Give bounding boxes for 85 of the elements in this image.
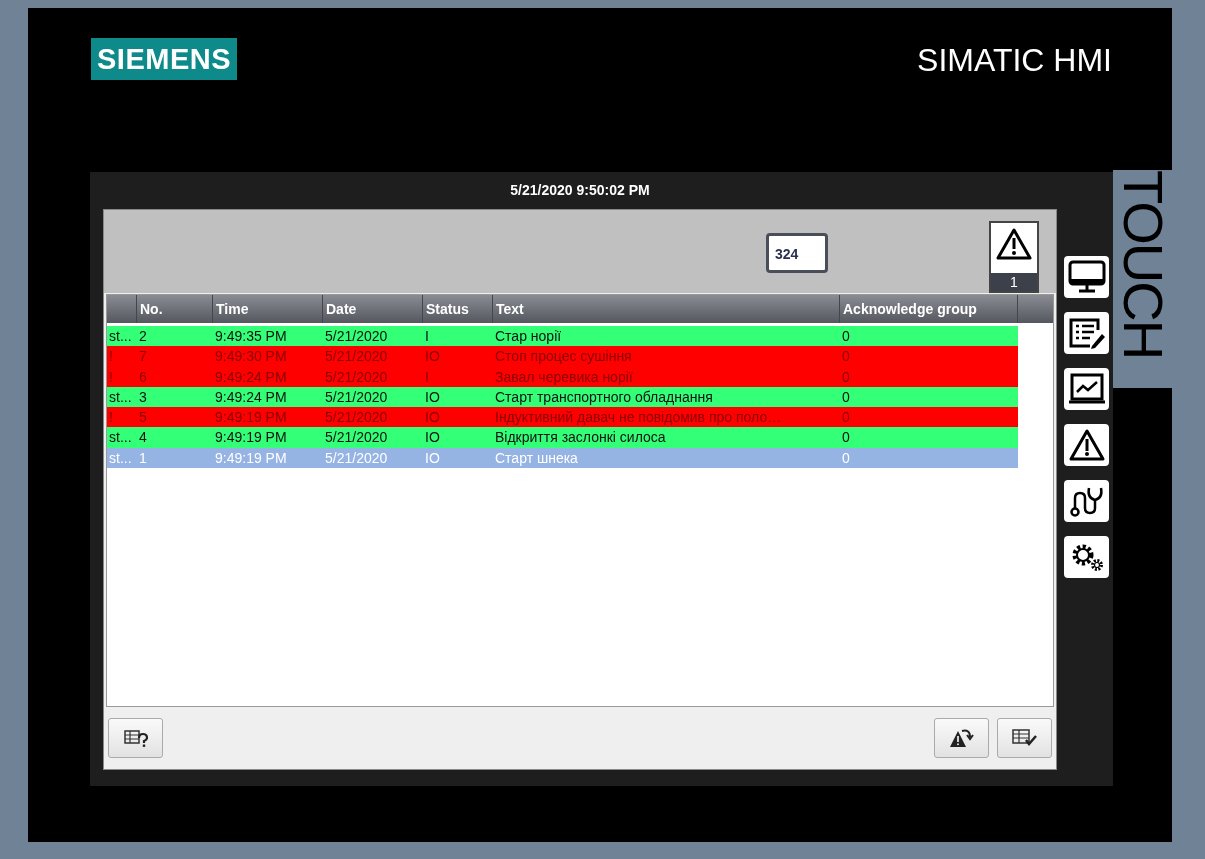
monitor-icon xyxy=(1067,260,1106,294)
table-cell-text: st... xyxy=(108,387,133,407)
table-cell-text: 0 xyxy=(841,448,851,468)
table-cell-text: Стоп процес сушіння xyxy=(494,347,633,367)
table-cell-text: I xyxy=(424,367,430,387)
column-header[interactable]: No. xyxy=(137,295,213,323)
table-cell-text: 5/21/2020 xyxy=(324,408,389,428)
table-cell-text: 0 xyxy=(841,428,851,448)
alarm-indicator[interactable]: 1 xyxy=(989,221,1039,293)
table-check-icon xyxy=(1011,728,1038,748)
column-header[interactable]: Date xyxy=(323,295,423,323)
table-cell-text: 3 xyxy=(138,387,148,407)
table-cell-text: Стар норії xyxy=(494,327,563,346)
table-cell-text: Старт транспортного обладнання xyxy=(494,387,714,407)
table-cell-text: IO xyxy=(424,448,441,468)
acknowledge-button[interactable] xyxy=(934,718,989,758)
table-cell-text: 9:49:19 PM xyxy=(214,448,288,468)
table-cell-text: IO xyxy=(424,408,441,428)
brand-logo: SIEMENS xyxy=(91,38,238,80)
table-cell-text: Відкриття заслонкі силоса xyxy=(494,428,667,448)
table-cell-text: 5/21/2020 xyxy=(324,327,389,346)
table-cell-text: 2 xyxy=(138,327,148,346)
table-cell-text: 0 xyxy=(841,347,851,367)
table-cell-text: ! xyxy=(108,408,114,428)
table-cell-text: 9:49:24 PM xyxy=(214,387,288,407)
list-pencil-icon xyxy=(1067,316,1106,350)
warning-icon xyxy=(995,227,1033,261)
table-cell-text: Старт шнека xyxy=(494,448,579,468)
table-cell-text: 0 xyxy=(841,327,851,346)
table-cell-text: ! xyxy=(108,347,114,367)
diagnostics-button[interactable] xyxy=(1064,480,1109,522)
table-cell-text: st... xyxy=(108,327,133,346)
alarm-row[interactable]: ! 7 9:49:30 PM 5/21/2020 IO Стоп процес сушіння 0 xyxy=(107,346,1018,367)
edition-label: TOUCH xyxy=(1114,170,1171,361)
column-header[interactable]: Text xyxy=(493,295,840,323)
table-cell-text: 5/21/2020 xyxy=(324,367,389,387)
table-cell-text: 9:49:24 PM xyxy=(214,367,288,387)
table-cell-text: 5/21/2020 xyxy=(324,347,389,367)
table-cell-text: 0 xyxy=(841,387,851,407)
table-cell-text: 0 xyxy=(841,367,851,387)
chart-icon xyxy=(1067,372,1106,406)
alarm-row[interactable]: ! 6 9:49:24 PM 5/21/2020 I Завал черевика норії 0 xyxy=(107,366,1018,387)
table-cell-text: IO xyxy=(424,428,441,448)
table-cell-text: ! xyxy=(108,367,114,387)
table-cell-text: 5/21/2020 xyxy=(324,387,389,407)
screen-button[interactable] xyxy=(1064,256,1109,298)
settings-button[interactable] xyxy=(1064,536,1109,578)
recipe-button[interactable] xyxy=(1064,312,1109,354)
table-cell-text: IO xyxy=(424,347,441,367)
table-cell-text: Завал черевика норії xyxy=(494,367,634,387)
column-header[interactable]: Time xyxy=(213,295,323,323)
table-cell-text: st... xyxy=(108,448,133,468)
table-cell-text: 7 xyxy=(138,347,148,367)
table-cell-text: 6 xyxy=(138,367,148,387)
table-cell-text: 9:49:35 PM xyxy=(214,327,288,346)
alarm-row[interactable]: st... 2 9:49:35 PM 5/21/2020 I Стар норії 0 xyxy=(107,326,1018,347)
table-cell-text: 9:49:30 PM xyxy=(214,347,288,367)
table-cell-text: IO xyxy=(424,387,441,407)
table-cell-text: 9:49:19 PM xyxy=(214,428,288,448)
info-button[interactable] xyxy=(108,718,163,758)
column-header[interactable]: Status xyxy=(423,295,493,323)
column-header[interactable]: Acknowledge group xyxy=(840,295,1018,323)
table-cell-text: 1 xyxy=(138,448,148,468)
table-cell-text: 9:49:19 PM xyxy=(214,408,288,428)
alarm-count: 1 xyxy=(991,273,1037,291)
alarm-button[interactable] xyxy=(1064,424,1109,466)
alarm-row[interactable]: ! 5 9:49:19 PM 5/21/2020 IO Індуктивний давач не повідомив про поло… 0 xyxy=(107,407,1018,428)
product-name: SIMATIC HMI xyxy=(917,41,1112,80)
date-time: 5/21/2020 9:50:02 PM xyxy=(509,181,651,200)
table-help-icon xyxy=(123,728,148,748)
table-cell-text: Індуктивний давач не повідомив про поло… xyxy=(494,408,783,428)
table-cell-text: 5/21/2020 xyxy=(324,448,389,468)
warning-arrow-icon xyxy=(948,727,975,749)
alarm-row[interactable]: st... 4 9:49:19 PM 5/21/2020 IO Відкриття заслонкі силоса 0 xyxy=(107,427,1018,448)
table-cell-text: st... xyxy=(108,428,133,448)
table-cell-text: 5 xyxy=(138,408,148,428)
trend-button[interactable] xyxy=(1064,368,1109,410)
table-cell-text: 5/21/2020 xyxy=(324,428,389,448)
table-cell-text: 0 xyxy=(841,408,851,428)
table-cell-text: 4 xyxy=(138,428,148,448)
warning-icon xyxy=(1067,428,1106,462)
table-cell-text: I xyxy=(424,327,430,346)
edit-button[interactable] xyxy=(997,718,1052,758)
counter-field: 324 xyxy=(766,233,828,273)
alarm-row[interactable]: st... 3 9:49:24 PM 5/21/2020 IO Старт транспортного обладнання 0 xyxy=(107,386,1018,408)
